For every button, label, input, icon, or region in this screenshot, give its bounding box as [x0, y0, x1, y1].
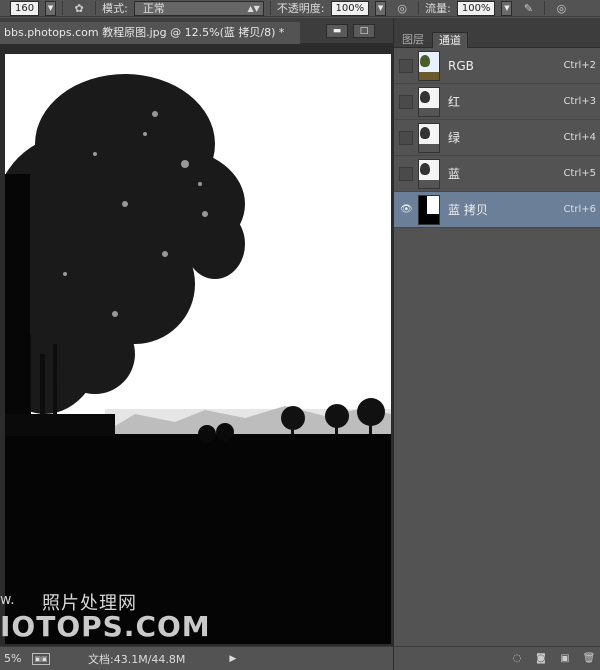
- flow-label: 流量:: [425, 2, 451, 15]
- channel-thumbnail: [418, 122, 440, 153]
- load-selection-icon[interactable]: ◌: [510, 653, 524, 665]
- maximize-button[interactable]: □: [353, 24, 375, 38]
- minimize-button[interactable]: ▬: [326, 24, 348, 38]
- brush-panel-icon[interactable]: ✿: [69, 1, 89, 16]
- panel-tabs: 图层 通道: [394, 18, 600, 48]
- pressure-opacity-icon[interactable]: ◎: [392, 1, 412, 16]
- opacity-label: 不透明度:: [276, 2, 325, 15]
- proof-icon[interactable]: ▣▣: [32, 652, 50, 665]
- channel-row-blue[interactable]: 蓝 Ctrl+5: [394, 156, 600, 192]
- mode-select[interactable]: 正常 ▲▼: [133, 0, 264, 16]
- divider: [62, 1, 64, 15]
- opacity-dropdown-icon[interactable]: ▼: [375, 0, 387, 16]
- divider: [269, 1, 271, 15]
- channel-name: 红: [448, 95, 461, 109]
- delete-channel-icon[interactable]: 🗑: [582, 653, 596, 665]
- canvas-area[interactable]: w. 照片处理网 IOTOPS.COM: [0, 44, 393, 646]
- save-selection-icon[interactable]: ◙: [534, 653, 548, 665]
- tab-layers[interactable]: 图层: [396, 32, 430, 48]
- zoom-level[interactable]: 5%: [0, 652, 28, 665]
- tab-channels[interactable]: 通道: [432, 32, 468, 48]
- channel-row-rgb[interactable]: RGB Ctrl+2: [394, 48, 600, 84]
- channel-row-green[interactable]: 绿 Ctrl+4: [394, 120, 600, 156]
- channel-name: 蓝 拷贝: [448, 203, 488, 217]
- flow-dropdown-icon[interactable]: ▼: [501, 0, 513, 16]
- panel-footer: ◌ ◙ ▣ 🗑: [394, 646, 600, 670]
- visibility-toggle[interactable]: [399, 166, 413, 181]
- airbrush-icon[interactable]: ✎: [518, 1, 538, 16]
- visibility-toggle[interactable]: [399, 94, 413, 109]
- divider: [418, 1, 420, 15]
- watermark-url-fragment: w.: [0, 592, 15, 608]
- chevron-down-icon: ▲▼: [247, 3, 260, 13]
- document-info: 文档:43.1M/44.8M: [88, 652, 186, 666]
- channel-name: 蓝: [448, 167, 461, 181]
- channel-thumbnail: [418, 158, 440, 189]
- channel-shortcut: Ctrl+3: [563, 96, 596, 107]
- status-bar: 5% ▣▣ 文档:43.1M/44.8M ▶: [0, 646, 393, 670]
- opacity-field[interactable]: 100%: [330, 0, 370, 16]
- channel-row-red[interactable]: 红 Ctrl+3: [394, 84, 600, 120]
- visibility-toggle[interactable]: [399, 130, 413, 145]
- status-menu-arrow[interactable]: ▶: [229, 654, 236, 664]
- channel-row-blue-copy[interactable]: 👁 蓝 拷贝 Ctrl+6: [394, 192, 600, 228]
- brush-size-dropdown-icon[interactable]: ▼: [45, 0, 57, 16]
- mode-label: 模式:: [102, 2, 128, 15]
- divider: [95, 1, 97, 15]
- document-canvas[interactable]: [5, 54, 391, 644]
- options-bar: 160 ▼ ✿ 模式: 正常 ▲▼ 不透明度: 100% ▼ ◎ 流量: 100…: [0, 0, 600, 17]
- channel-thumbnail: [418, 50, 440, 81]
- channels-panel: 图层 通道 RGB Ctrl+2 红 Ctrl+3 绿 Ctrl+4 蓝 Ctr…: [393, 18, 600, 670]
- channel-thumbnail: [418, 194, 440, 225]
- pressure-size-icon[interactable]: ◎: [551, 1, 571, 16]
- divider: [544, 1, 546, 15]
- channel-shortcut: Ctrl+6: [563, 204, 596, 215]
- channel-shortcut: Ctrl+2: [563, 60, 596, 71]
- document-tab-bar: bbs.photops.com 教程原图.jpg @ 12.5%(蓝 拷贝/8)…: [0, 18, 393, 44]
- channel-shortcut: Ctrl+4: [563, 132, 596, 143]
- channel-list: RGB Ctrl+2 红 Ctrl+3 绿 Ctrl+4 蓝 Ctrl+5 👁 …: [394, 48, 600, 228]
- channel-shortcut: Ctrl+5: [563, 168, 596, 179]
- flow-field[interactable]: 100%: [456, 0, 496, 16]
- new-channel-icon[interactable]: ▣: [558, 653, 572, 665]
- channel-name: 绿: [448, 131, 461, 145]
- brush-size-field[interactable]: 160: [10, 0, 40, 16]
- eye-icon[interactable]: 👁: [399, 203, 413, 217]
- channel-name: RGB: [448, 58, 474, 73]
- landscape-image: [5, 74, 391, 644]
- watermark-logo: IOTOPS.COM: [0, 610, 211, 643]
- document-tab[interactable]: bbs.photops.com 教程原图.jpg @ 12.5%(蓝 拷贝/8)…: [0, 22, 300, 44]
- mode-value: 正常: [142, 1, 165, 15]
- visibility-toggle[interactable]: [399, 58, 413, 73]
- channel-thumbnail: [418, 86, 440, 117]
